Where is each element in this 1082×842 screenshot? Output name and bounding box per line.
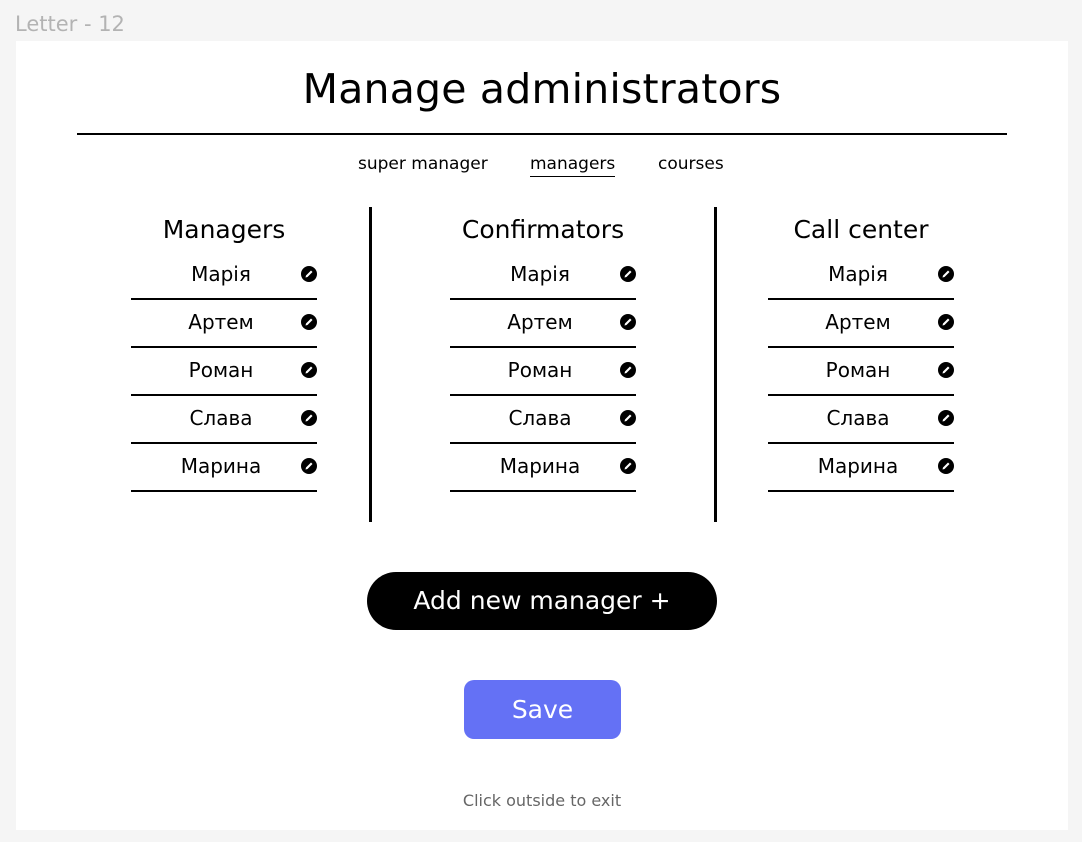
pencil-icon[interactable]: [620, 410, 636, 426]
list-item: Артем: [450, 300, 636, 348]
confirmators-list: Марія Артем Роман Слава Марина: [450, 252, 636, 492]
list-item-name: Марія: [828, 262, 888, 286]
pencil-icon[interactable]: [620, 314, 636, 330]
column-divider: [714, 207, 717, 522]
list-item: Роман: [450, 348, 636, 396]
list-item-name: Артем: [507, 310, 573, 334]
managers-column: Managers Марія Артем Роман Слава Марина: [131, 211, 317, 492]
pencil-icon[interactable]: [620, 458, 636, 474]
title-divider: [77, 133, 1007, 135]
list-item: Слава: [768, 396, 954, 444]
list-item-name: Артем: [188, 310, 254, 334]
list-item: Артем: [768, 300, 954, 348]
confirmators-column: Confirmators Марія Артем Роман Слава Мар…: [450, 211, 636, 492]
frame-label: Letter - 12: [15, 12, 125, 36]
list-item-name: Артем: [825, 310, 891, 334]
pencil-icon[interactable]: [938, 458, 954, 474]
list-item: Артем: [131, 300, 317, 348]
column-title-call-center: Call center: [793, 215, 929, 244]
list-item-name: Марина: [499, 454, 581, 478]
pencil-icon[interactable]: [301, 410, 317, 426]
list-item-name: Марія: [510, 262, 570, 286]
tab-managers[interactable]: managers: [530, 154, 616, 177]
pencil-icon[interactable]: [301, 314, 317, 330]
list-item: Слава: [131, 396, 317, 444]
list-item: Слава: [450, 396, 636, 444]
tab-super-manager[interactable]: super manager: [358, 154, 488, 174]
pencil-icon[interactable]: [301, 362, 317, 378]
list-item: Марина: [768, 444, 954, 492]
add-manager-button[interactable]: Add new manager +: [367, 572, 717, 630]
list-item: Роман: [131, 348, 317, 396]
pencil-icon[interactable]: [938, 362, 954, 378]
tab-courses[interactable]: courses: [658, 154, 724, 174]
list-item-name: Роман: [507, 358, 573, 382]
list-item-name: Слава: [508, 406, 572, 430]
page-title: Manage administrators: [302, 65, 782, 113]
pencil-icon[interactable]: [620, 362, 636, 378]
list-item: Марія: [450, 252, 636, 300]
list-item: Марія: [768, 252, 954, 300]
exit-hint: Click outside to exit: [462, 791, 622, 810]
pencil-icon[interactable]: [301, 266, 317, 282]
pencil-icon[interactable]: [938, 410, 954, 426]
column-title-confirmators: Confirmators: [461, 215, 625, 244]
manage-admins-card: Manage administrators super manager mana…: [16, 41, 1068, 830]
pencil-icon[interactable]: [938, 314, 954, 330]
pencil-icon[interactable]: [301, 458, 317, 474]
tab-bar: super manager managers courses: [16, 154, 1068, 184]
list-item: Марія: [131, 252, 317, 300]
column-title-managers: Managers: [162, 215, 286, 244]
call-center-list: Марія Артем Роман Слава Марина: [768, 252, 954, 492]
list-item-name: Роман: [188, 358, 254, 382]
list-item: Марина: [450, 444, 636, 492]
pencil-icon[interactable]: [620, 266, 636, 282]
managers-list: Марія Артем Роман Слава Марина: [131, 252, 317, 492]
list-item-name: Слава: [826, 406, 890, 430]
list-item-name: Слава: [189, 406, 253, 430]
pencil-icon[interactable]: [938, 266, 954, 282]
list-item-name: Марина: [180, 454, 262, 478]
list-item: Роман: [768, 348, 954, 396]
save-button[interactable]: Save: [464, 680, 621, 739]
list-item-name: Марина: [817, 454, 899, 478]
call-center-column: Call center Марія Артем Роман Слава Мари…: [768, 211, 954, 492]
list-item-name: Роман: [825, 358, 891, 382]
list-item: Марина: [131, 444, 317, 492]
list-item-name: Марія: [191, 262, 251, 286]
column-divider: [369, 207, 372, 522]
